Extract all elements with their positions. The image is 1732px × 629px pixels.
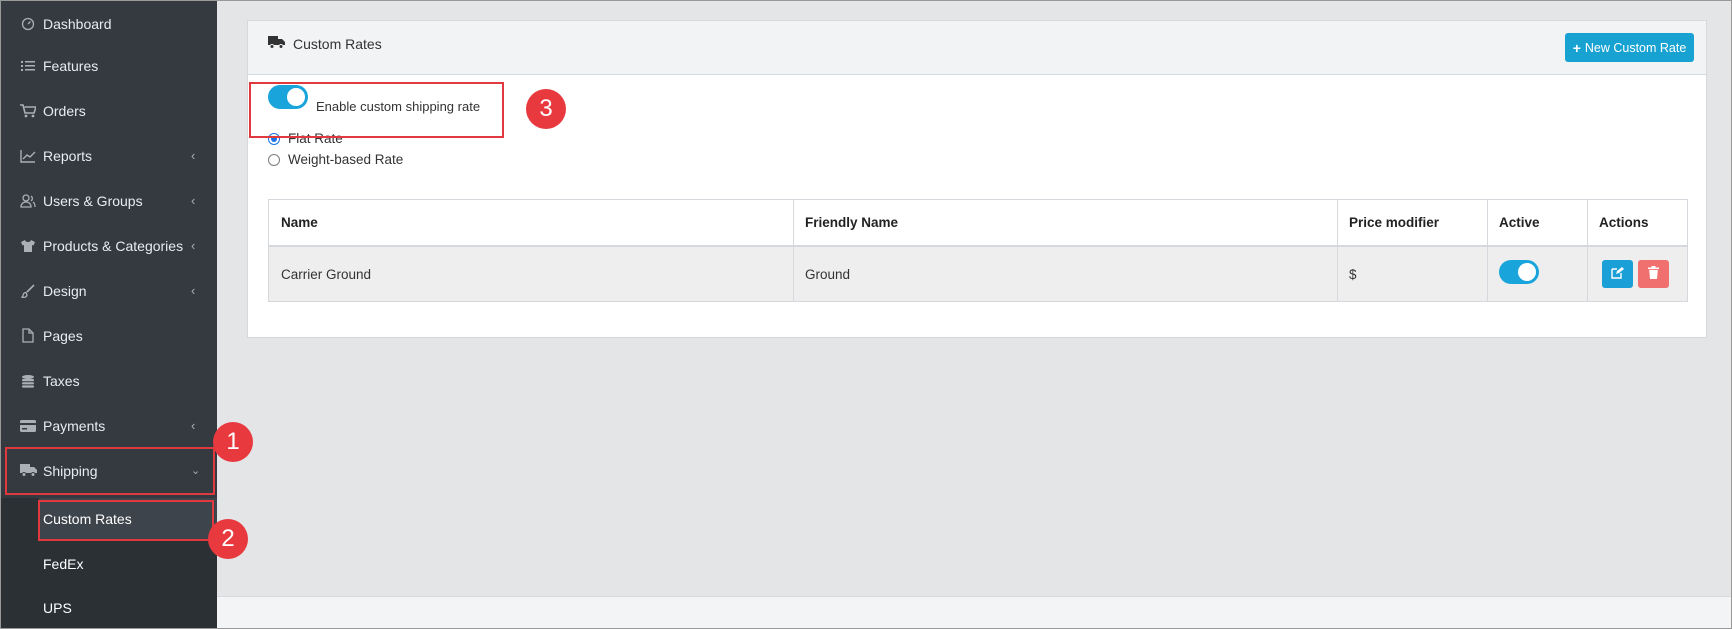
coins-icon (19, 372, 37, 390)
radio-label: Weight-based Rate (288, 152, 404, 167)
toggle-knob (1518, 263, 1536, 281)
new-custom-rate-label: New Custom Rate (1584, 40, 1687, 55)
new-custom-rate-button[interactable]: + New Custom Rate (1565, 33, 1694, 62)
annotation-highlight-custom-rates (38, 500, 214, 541)
sidebar-item-reports[interactable]: Reports ‹ (1, 133, 217, 178)
sidebar-item-label: Reports (43, 147, 93, 164)
file-icon (19, 327, 37, 345)
sidebar-item-label: Pages (43, 327, 83, 344)
column-divider (1337, 200, 1338, 301)
sidebar-item-features[interactable]: Features (1, 43, 217, 88)
sidebar-item-label: Products & Categories (43, 237, 184, 254)
sidebar-item-label: Payments (43, 417, 106, 434)
trash-icon (1648, 266, 1659, 282)
sidebar-item-products-categories[interactable]: Products & Categories ‹ (1, 223, 217, 268)
chevron-left-icon: ‹ (191, 193, 196, 208)
card-title-label: Custom Rates (293, 36, 382, 52)
chevron-left-icon: ‹ (191, 418, 196, 433)
edit-icon (1611, 266, 1624, 282)
plus-icon: + (1572, 39, 1581, 56)
sidebar-item-label: Dashboard (43, 15, 112, 32)
sidebar-item-label: Features (43, 57, 99, 74)
sidebar-subitem-label: UPS (43, 599, 72, 616)
column-header-price-modifier: Price modifier (1349, 215, 1440, 230)
row-active-toggle[interactable] (1499, 260, 1539, 284)
list-icon (19, 57, 37, 75)
annotation-badge-2: 2 (208, 519, 248, 559)
sidebar-subitem-label: FedEx (43, 555, 84, 572)
sidebar-item-pages[interactable]: Pages (1, 313, 217, 358)
sidebar-item-design[interactable]: Design ‹ (1, 268, 217, 313)
column-divider (1487, 200, 1488, 301)
cell-friendly-name: Ground (805, 266, 851, 282)
chevron-left-icon: ‹ (191, 283, 196, 298)
annotation-highlight-enable-toggle (249, 82, 504, 138)
users-icon (19, 192, 37, 210)
sidebar-item-users-groups[interactable]: Users & Groups ‹ (1, 178, 217, 223)
sidebar-subitem-fedex[interactable]: FedEx (1, 541, 217, 586)
chart-line-icon (19, 147, 37, 165)
truck-icon (268, 36, 285, 52)
sidebar-subitem-ups[interactable]: UPS (1, 585, 217, 628)
column-divider (1587, 200, 1588, 301)
credit-card-icon (19, 417, 37, 435)
sidebar-item-label: Taxes (43, 372, 80, 389)
sidebar-item-label: Users & Groups (43, 192, 143, 209)
table-header-row: Name Friendly Name Price modifier Active… (269, 200, 1687, 247)
footer-bar (217, 596, 1731, 628)
chevron-left-icon: ‹ (191, 238, 196, 253)
cart-icon (19, 102, 37, 120)
sidebar-item-taxes[interactable]: Taxes (1, 358, 217, 403)
edit-button[interactable] (1602, 260, 1633, 288)
sidebar-item-payments[interactable]: Payments ‹ (1, 403, 217, 448)
dashboard-icon (19, 15, 37, 33)
annotation-badge-1: 1 (213, 422, 253, 462)
column-divider (793, 200, 794, 301)
cell-price-modifier: $ (1349, 266, 1357, 282)
radio-button[interactable] (268, 153, 280, 166)
column-header-actions: Actions (1599, 215, 1649, 230)
sidebar-item-dashboard[interactable]: Dashboard (1, 1, 217, 46)
chevron-left-icon: ‹ (191, 148, 196, 163)
custom-rates-card: Custom Rates + New Custom Rate Enable cu… (247, 20, 1707, 338)
radio-weight-based-rate[interactable]: Weight-based Rate (268, 152, 403, 167)
card-header: Custom Rates + New Custom Rate (248, 21, 1706, 75)
brush-icon (19, 282, 37, 300)
annotation-highlight-shipping (5, 447, 215, 495)
sidebar-item-label: Design (43, 282, 87, 299)
tshirt-icon (19, 237, 37, 255)
sidebar-item-label: Orders (43, 102, 86, 119)
app-frame: Dashboard Features Orders Reports ‹ User… (0, 0, 1732, 629)
delete-button[interactable] (1638, 260, 1669, 288)
custom-rates-table: Name Friendly Name Price modifier Active… (268, 199, 1688, 302)
card-title: Custom Rates (268, 36, 382, 52)
column-header-friendly-name: Friendly Name (805, 215, 899, 230)
annotation-badge-3: 3 (526, 89, 566, 129)
column-header-name: Name (281, 215, 318, 230)
cell-name: Carrier Ground (281, 266, 372, 282)
sidebar-item-orders[interactable]: Orders (1, 88, 217, 133)
table-row: Carrier Ground Ground $ (269, 247, 1687, 301)
column-header-active: Active (1499, 215, 1540, 230)
